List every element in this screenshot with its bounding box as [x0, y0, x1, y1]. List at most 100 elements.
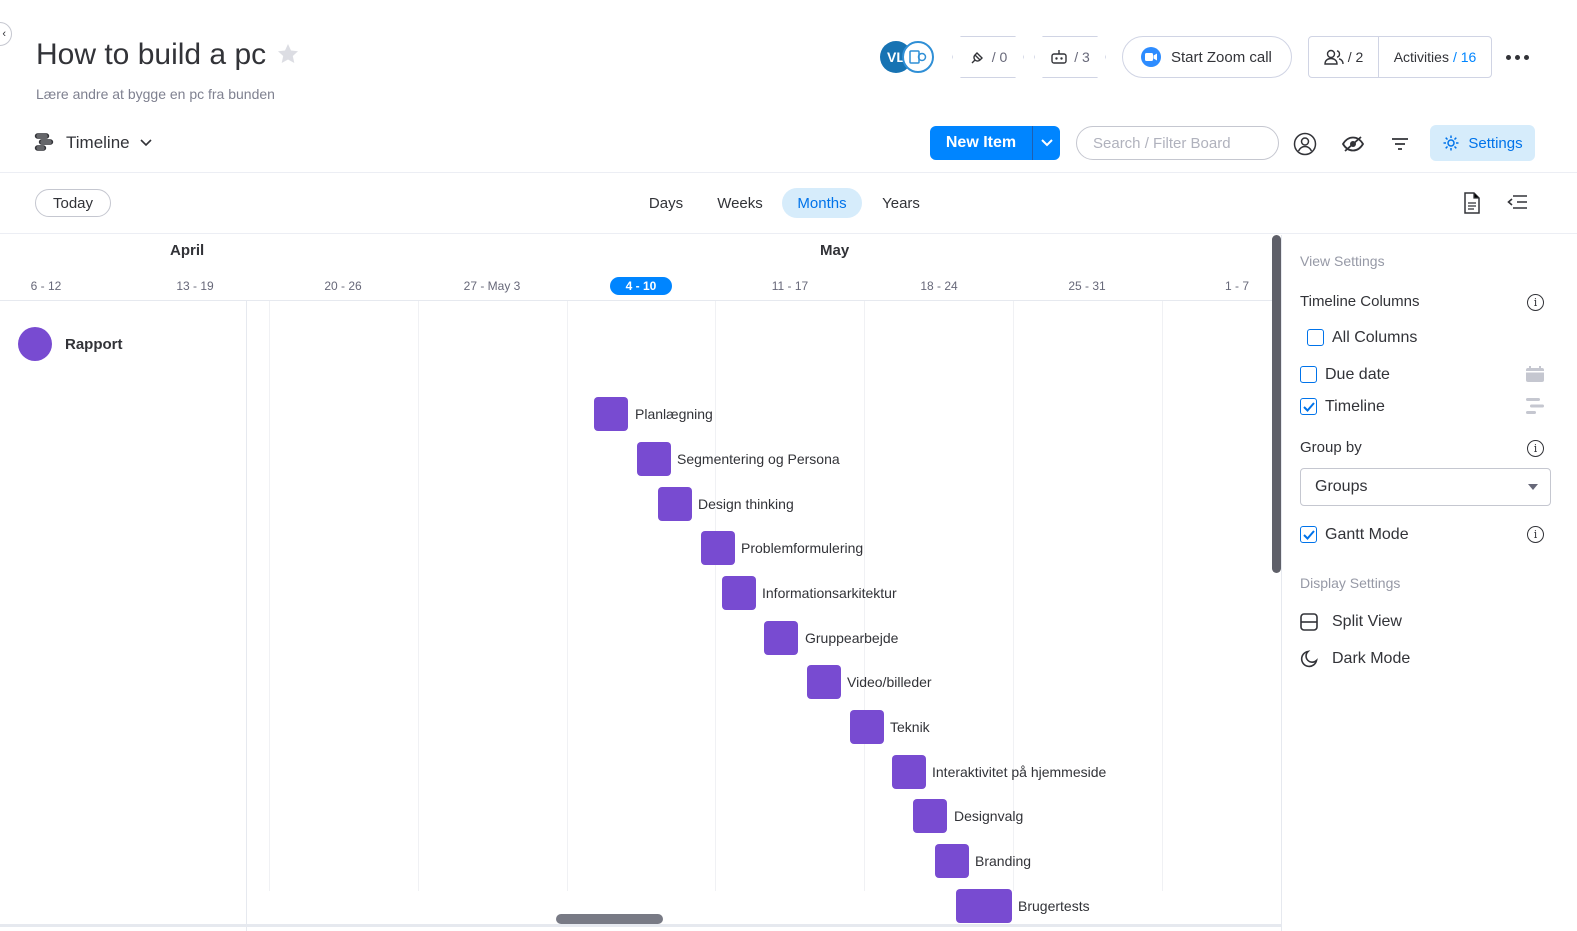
split-view-option[interactable]: Split View [1300, 613, 1402, 631]
current-week-label: 4 - 10 [610, 277, 672, 295]
board-description[interactable]: Lære andre at bygge en pc fra bunden [36, 86, 275, 102]
vertical-scrollbar[interactable] [1272, 235, 1281, 573]
task-bar[interactable] [913, 799, 947, 833]
task-label: Interaktivitet på hjemmeside [932, 764, 1107, 780]
board-subscribers[interactable]: VL [880, 40, 938, 74]
filter-icon[interactable] [1387, 131, 1413, 157]
automations-count: / 3 [1074, 49, 1090, 65]
collapse-panel-icon[interactable] [1507, 193, 1529, 213]
info-icon[interactable]: i [1527, 526, 1544, 543]
group-name[interactable]: Rapport [65, 336, 123, 353]
gantt-mode-checkbox[interactable] [1300, 526, 1317, 543]
scale-tab-months[interactable]: Months [782, 188, 862, 218]
settings-button[interactable]: Settings [1430, 125, 1535, 161]
group-color-dot[interactable] [18, 327, 52, 361]
robot-icon [1051, 50, 1067, 64]
divider [0, 300, 1282, 301]
task-bar[interactable] [637, 442, 671, 476]
week-label: 6 - 12 [30, 279, 62, 293]
timeline-columns-label: Timeline Columns [1300, 293, 1420, 310]
today-button[interactable]: Today [35, 189, 111, 217]
task-label: Designvalg [954, 808, 1024, 824]
week-label: 27 - May 3 [463, 279, 521, 293]
star-icon[interactable] [276, 42, 300, 66]
divider [0, 924, 1282, 927]
collapse-sidebar-button[interactable]: ‹ [0, 22, 12, 46]
task-bar[interactable] [850, 710, 884, 744]
due-date-label: Due date [1325, 366, 1390, 383]
settings-label: Settings [1468, 134, 1523, 152]
caret-down-icon [1528, 484, 1538, 490]
info-icon[interactable]: i [1527, 294, 1544, 311]
task-label: Brugertests [1018, 898, 1090, 914]
divider [0, 233, 1577, 234]
task-label: Teknik [890, 719, 930, 735]
task-label: Design thinking [698, 496, 794, 512]
task-label: Gruppearbejde [805, 630, 899, 646]
person-filter-icon[interactable] [1292, 131, 1318, 157]
activities-label: Activities [1393, 49, 1449, 65]
task-bar[interactable] [701, 531, 735, 565]
new-item-label[interactable]: New Item [930, 126, 1033, 160]
week-label: 1 - 7 [1224, 279, 1249, 293]
group-by-select[interactable]: Groups [1300, 468, 1551, 506]
week-label: 13 - 19 [176, 279, 214, 293]
horizontal-scrollbar[interactable] [556, 914, 663, 924]
new-item-button[interactable]: New Item [930, 126, 1060, 160]
due-date-checkbox[interactable] [1300, 366, 1317, 383]
month-label-april: April [170, 242, 205, 259]
zoom-icon [1141, 47, 1161, 67]
integrations-button[interactable]: / 0 [952, 36, 1024, 78]
info-icon[interactable]: i [1527, 440, 1544, 457]
week-label: 11 - 17 [771, 279, 809, 293]
board-members-button[interactable]: / 2 [1309, 37, 1379, 77]
task-bar[interactable] [764, 621, 798, 655]
task-bar[interactable] [807, 665, 841, 699]
task-label: Informationsarkitektur [762, 585, 897, 601]
search-input[interactable]: Search / Filter Board [1076, 126, 1279, 160]
divider [246, 301, 247, 931]
view-settings-title: View Settings [1300, 253, 1385, 269]
display-settings-title: Display Settings [1300, 575, 1401, 591]
task-label: Planlægning [635, 406, 713, 422]
plug-icon [971, 51, 983, 63]
moon-icon [1300, 650, 1318, 668]
automations-button[interactable]: / 3 [1034, 36, 1106, 78]
week-label: 20 - 26 [324, 279, 362, 293]
zoom-label: Start Zoom call [1171, 48, 1272, 66]
view-selector[interactable]: Timeline [34, 128, 152, 158]
task-bar[interactable] [594, 397, 628, 431]
people-count: / 2 [1347, 49, 1364, 65]
split-view-label: Split View [1332, 613, 1402, 630]
board-title[interactable]: How to build a pc [36, 38, 266, 72]
split-view-icon [1300, 613, 1318, 631]
task-bar[interactable] [658, 487, 692, 521]
scale-tab-days[interactable]: Days [640, 188, 692, 218]
scale-tab-years[interactable]: Years [874, 188, 928, 218]
task-bar[interactable] [935, 844, 969, 878]
task-bar[interactable] [722, 576, 756, 610]
new-item-dropdown[interactable] [1033, 139, 1060, 147]
scale-tab-weeks[interactable]: Weeks [710, 188, 770, 218]
more-options-icon[interactable] [1506, 48, 1530, 66]
week-label: 25 - 31 [1068, 279, 1106, 293]
all-columns-label: All Columns [1332, 329, 1418, 346]
chevron-down-icon [1040, 139, 1053, 147]
timeline-column-icon [1526, 398, 1544, 414]
activities-button[interactable]: Activities / 16 [1379, 49, 1491, 65]
view-settings-panel: View Settings Timeline Columns i All Col… [1282, 235, 1577, 931]
start-zoom-call-button[interactable]: Start Zoom call [1122, 36, 1292, 78]
export-document-icon[interactable] [1462, 192, 1482, 214]
dark-mode-option[interactable]: Dark Mode [1300, 650, 1410, 668]
hide-icon[interactable] [1340, 131, 1366, 157]
task-bar[interactable] [956, 889, 1012, 923]
all-columns-checkbox[interactable] [1307, 329, 1324, 346]
grid-line [1013, 301, 1014, 891]
chevron-down-icon [140, 139, 152, 147]
divider [0, 172, 1577, 173]
activities-count: / 16 [1452, 49, 1477, 65]
task-bar[interactable] [892, 755, 926, 789]
timeline-checkbox[interactable] [1300, 398, 1317, 415]
timeline-view-icon [34, 133, 54, 151]
grid-line [269, 301, 270, 891]
